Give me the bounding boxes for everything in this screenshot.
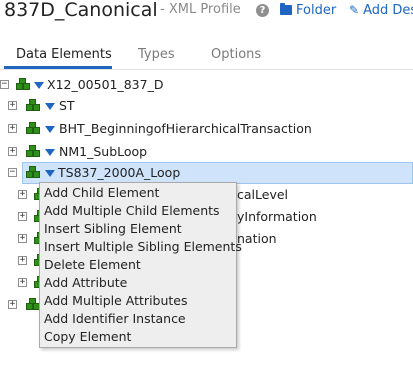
caret-down-icon[interactable] [45,103,55,110]
tree-node-label: ST [59,98,75,113]
expand-toggle[interactable]: + [8,124,17,133]
caret-down-icon[interactable] [34,82,44,89]
tab-options[interactable]: Options [211,47,261,62]
tree-node-label: X12_00501_837_D [47,77,164,92]
collapse-toggle[interactable]: − [0,80,9,89]
menu-item-copy-element[interactable]: Copy Element [44,329,131,347]
element-cubes-icon [26,298,40,310]
help-icon[interactable]: ? [256,4,269,17]
tree-node-label: TS837_2000A_Loop [58,165,181,180]
menu-item-add-identifier-instance[interactable]: Add Identifier Instance [44,311,186,329]
menu-item-add-attribute[interactable]: Add Attribute [44,275,127,293]
folder-link[interactable]: Folder [280,3,336,18]
tree-node-bht[interactable]: + BHT_BeginningofHierarchicalTransaction [0,118,413,140]
caret-down-icon[interactable] [45,149,55,156]
tree-node-label: NM1_SubLoop [59,144,148,159]
element-cubes-icon [16,78,30,90]
expand-toggle[interactable]: + [8,101,17,110]
tree-node-nm1[interactable]: + NM1_SubLoop [0,141,413,163]
tree-node-st[interactable]: + ST [0,95,413,117]
caret-down-icon[interactable] [45,126,55,133]
collapse-toggle[interactable]: − [8,168,17,177]
page-title: 837D_Canonical [4,0,158,21]
pencil-icon: ✎ [349,3,360,17]
tree-node-root[interactable]: − X12_00501_837_D [0,74,413,96]
expand-toggle[interactable]: + [18,212,27,221]
element-cubes-icon [26,122,40,134]
menu-item-insert-sibling-element[interactable]: Insert Sibling Element [44,221,182,239]
expand-toggle[interactable]: + [8,147,17,156]
active-tab-indicator [4,66,112,69]
context-menu: Add Child Element Add Multiple Child Ele… [39,182,242,348]
tree-node-label-partial: calLevel [237,187,289,202]
menu-item-add-child-element[interactable]: Add Child Element [44,185,159,203]
tree-node-label-partial: yInformation [237,209,317,224]
folder-link-label: Folder [296,3,337,18]
tab-data-elements[interactable]: Data Elements [16,47,112,62]
menu-item-delete-element[interactable]: Delete Element [44,257,141,275]
add-description-link[interactable]: ✎ Add Des [349,3,413,18]
folder-icon [280,3,292,15]
expand-toggle[interactable]: + [18,234,27,243]
menu-item-add-multiple-child-elements[interactable]: Add Multiple Child Elements [44,203,220,221]
menu-item-add-multiple-attributes[interactable]: Add Multiple Attributes [44,293,188,311]
expand-toggle[interactable]: + [18,256,27,265]
element-cubes-icon [26,99,40,111]
caret-down-icon[interactable] [45,170,55,177]
tree-node-label-partial: nation [237,231,277,246]
tree-node-label: BHT_BeginningofHierarchicalTransaction [59,121,312,136]
page-subtitle: - XML Profile [160,2,241,17]
expand-toggle[interactable]: + [18,278,27,287]
menu-item-insert-multiple-sibling-elements[interactable]: Insert Multiple Sibling Elements [44,239,242,257]
element-cubes-icon [26,145,40,157]
tree-node-ts837-selected[interactable]: TS837_2000A_Loop [22,162,413,184]
expand-toggle[interactable]: + [8,300,17,309]
element-cubes-icon [26,166,40,178]
expand-toggle[interactable]: + [18,190,27,199]
profile-header: 837D_Canonical - XML Profile ? Folder ✎ A… [0,0,413,26]
add-description-label: Add Des [363,3,413,18]
tab-types[interactable]: Types [138,47,175,62]
